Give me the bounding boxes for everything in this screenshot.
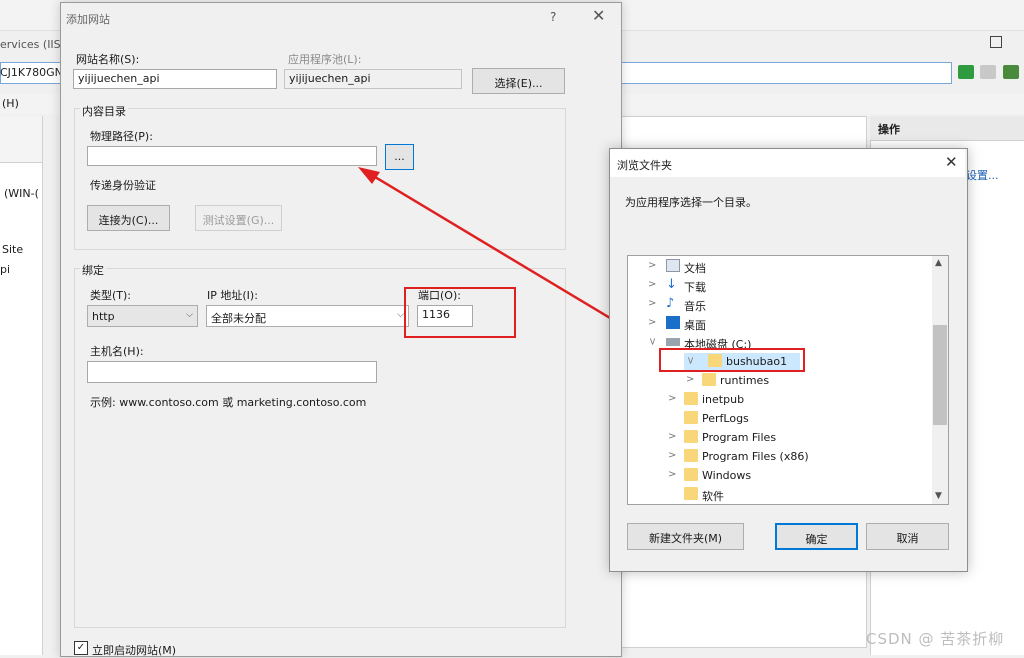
selection-highlight-annotation — [659, 348, 805, 372]
folder-icon — [684, 392, 698, 405]
scroll-up-icon[interactable]: ▲ — [935, 258, 942, 268]
ok-button[interactable]: 确定 — [775, 523, 858, 550]
tree-scrollbar-thumb[interactable] — [933, 325, 947, 425]
chevron-right-icon: > — [668, 469, 677, 480]
folder-icon — [684, 430, 698, 443]
folder-icon — [684, 468, 698, 481]
documents-icon — [666, 259, 680, 272]
folder-icon — [684, 411, 698, 424]
cancel-button[interactable]: 取消 — [866, 523, 949, 550]
downloads-icon: ↓ — [666, 277, 677, 292]
chevron-right-icon: > — [648, 260, 657, 271]
browse-dialog-title: 浏览文件夹 — [617, 159, 672, 172]
chevron-right-icon: > — [686, 374, 695, 385]
chevron-down-icon: > — [646, 337, 658, 346]
chevron-right-icon: > — [648, 279, 657, 290]
chevron-right-icon: > — [668, 393, 677, 404]
chevron-right-icon: > — [668, 450, 677, 461]
folder-icon — [702, 373, 716, 386]
scroll-down-icon[interactable]: ▼ — [935, 491, 942, 501]
chevron-right-icon: > — [668, 431, 677, 442]
chevron-right-icon: > — [648, 298, 657, 309]
folder-icon — [684, 487, 698, 500]
close-icon[interactable]: ✕ — [945, 153, 958, 171]
browse-prompt: 为应用程序选择一个目录。 — [625, 196, 757, 209]
new-folder-button[interactable]: 新建文件夹(M) — [627, 523, 744, 550]
folder-tree[interactable]: > 文档 > ↓ 下载 > ♪ 音乐 > 桌面 > 本地磁盘 (C:) > bushubao1 … — [627, 255, 949, 505]
chevron-right-icon: > — [648, 317, 657, 328]
music-icon: ♪ — [666, 296, 675, 311]
watermark: CSDN @ 苦茶折柳 — [866, 630, 1005, 648]
desktop-icon — [666, 316, 680, 329]
folder-icon — [684, 449, 698, 462]
drive-icon — [666, 338, 680, 346]
